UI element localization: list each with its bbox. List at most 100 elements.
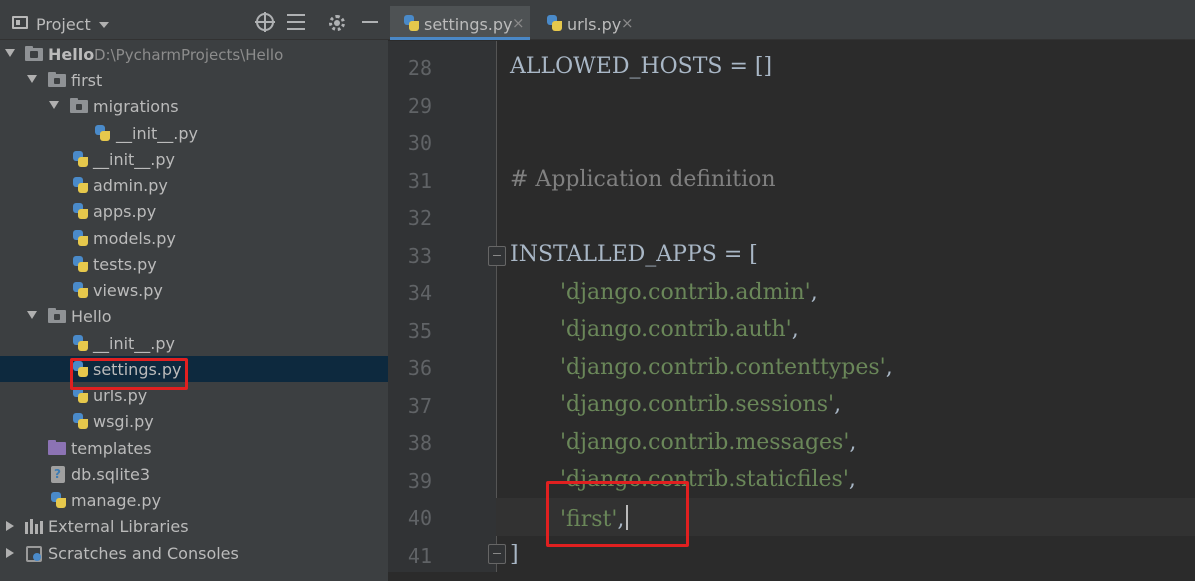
expand-arrow-icon[interactable] <box>49 101 59 109</box>
expand-arrow-icon[interactable] <box>6 521 14 531</box>
line-number-gutter: 28 29 30 31 32 33 34 35 36 37 38 39 40 4… <box>388 41 496 581</box>
annotation-highlight-settings <box>70 358 188 390</box>
tree-item-hello-root[interactable]: Hello D:\PycharmProjects\Hello <box>0 41 388 67</box>
tree-item-admin[interactable]: admin.py <box>0 172 388 198</box>
package-folder-icon <box>48 72 66 87</box>
code-line-28[interactable]: ALLOWED_HOSTS = [] <box>510 54 772 79</box>
tree-item-external-libraries[interactable]: External Libraries <box>0 513 388 539</box>
tree-item-label: Scratches and Consoles <box>48 544 239 563</box>
tab-label: urls.py <box>567 15 622 34</box>
tree-item-label: __init__.py <box>116 124 199 143</box>
tree-item-scratches[interactable]: Scratches and Consoles <box>0 540 388 566</box>
line-number: 32 <box>407 206 432 230</box>
code-line-31[interactable]: # Application definition <box>510 167 776 192</box>
code-line-37[interactable]: 'django.contrib.sessions', <box>560 392 841 417</box>
horizontal-scrollbar[interactable] <box>388 572 1195 581</box>
tree-item-urls[interactable]: urls.py <box>0 382 388 408</box>
tree-item-label: __init__.py <box>93 150 176 169</box>
python-file-icon <box>72 151 89 168</box>
package-folder-icon <box>48 308 66 323</box>
line-number: 41 <box>407 544 432 568</box>
tree-item-label: Hello <box>48 45 95 64</box>
tree-item-label: migrations <box>93 97 179 116</box>
tree-item-label: db.sqlite3 <box>71 465 151 484</box>
project-path: D:\PycharmProjects\Hello <box>94 46 284 64</box>
python-file-icon <box>72 335 89 352</box>
tab-label: settings.py <box>424 15 513 34</box>
tree-item-first[interactable]: first <box>0 67 388 93</box>
line-number: 28 <box>407 56 432 80</box>
folder-icon <box>25 46 43 61</box>
code-line-34[interactable]: 'django.contrib.admin', <box>560 280 818 305</box>
code-editor: settings.py × urls.py × 28 29 30 31 32 3… <box>388 0 1195 581</box>
tab-urls-py[interactable]: urls.py × <box>533 6 643 40</box>
project-panel-header: Project <box>0 0 388 40</box>
tree-item-apps[interactable]: apps.py <box>0 198 388 224</box>
tree-item-label: first <box>71 71 103 90</box>
line-number: 33 <box>407 244 432 268</box>
project-view-icon <box>12 16 28 29</box>
tree-item-hello-package[interactable]: Hello <box>0 303 388 329</box>
tree-item-label: views.py <box>93 281 163 300</box>
tree-item-migrations-init[interactable]: __init__.py <box>0 120 388 146</box>
tree-item-label: admin.py <box>93 176 168 195</box>
tree-item-wsgi[interactable]: wsgi.py <box>0 408 388 434</box>
tree-item-label: models.py <box>93 229 176 248</box>
python-file-icon <box>546 15 563 32</box>
templates-folder-icon <box>48 440 66 455</box>
line-number: 29 <box>407 94 432 118</box>
tree-item-label: wsgi.py <box>93 412 154 431</box>
tree-item-views[interactable]: views.py <box>0 277 388 303</box>
tree-item-manage[interactable]: manage.py <box>0 487 388 513</box>
python-file-icon <box>72 177 89 194</box>
line-number: 35 <box>407 319 432 343</box>
python-file-icon <box>94 125 111 142</box>
scratches-icon <box>26 546 42 562</box>
python-file-icon <box>72 282 89 299</box>
hide-panel-icon[interactable] <box>362 13 380 31</box>
tree-item-tests[interactable]: tests.py <box>0 251 388 277</box>
tree-item-first-init[interactable]: __init__.py <box>0 146 388 172</box>
code-line-41[interactable]: ] <box>510 542 519 567</box>
project-view-selector[interactable]: Project <box>36 15 91 34</box>
tree-item-settings[interactable]: settings.py <box>0 356 388 382</box>
line-number: 40 <box>407 506 432 530</box>
code-line-36[interactable]: 'django.contrib.contenttypes', <box>560 355 893 380</box>
line-number: 36 <box>407 356 432 380</box>
fold-toggle-icon[interactable] <box>488 544 506 564</box>
python-file-icon <box>50 492 67 509</box>
close-icon[interactable]: × <box>512 14 525 32</box>
tree-item-label: __init__.py <box>93 334 176 353</box>
tree-item-templates[interactable]: templates <box>0 435 388 461</box>
code-line-38[interactable]: 'django.contrib.messages', <box>560 430 856 455</box>
tree-item-label: tests.py <box>93 255 157 274</box>
expand-arrow-icon[interactable] <box>5 49 15 57</box>
line-number: 31 <box>407 169 432 193</box>
unknown-file-icon <box>51 466 65 483</box>
project-tool-window: Project Hello D:\PycharmProjects\Hello f… <box>0 0 388 581</box>
collapse-all-icon[interactable] <box>287 13 305 31</box>
tab-settings-py[interactable]: settings.py × <box>390 6 530 40</box>
expand-arrow-icon[interactable] <box>6 548 14 558</box>
locate-file-icon[interactable] <box>255 12 275 32</box>
package-folder-icon <box>70 98 88 113</box>
tree-item-db-sqlite3[interactable]: db.sqlite3 <box>0 461 388 487</box>
close-icon[interactable]: × <box>621 14 634 32</box>
tree-item-migrations[interactable]: migrations <box>0 93 388 119</box>
tree-item-models[interactable]: models.py <box>0 225 388 251</box>
python-file-icon <box>72 256 89 273</box>
gear-icon[interactable] <box>329 15 345 31</box>
code-line-33[interactable]: INSTALLED_APPS = [ <box>510 242 758 267</box>
expand-arrow-icon[interactable] <box>27 75 37 83</box>
editor-tab-bar: settings.py × urls.py × <box>388 0 1195 40</box>
chevron-down-icon[interactable] <box>99 22 109 28</box>
tree-item-label: External Libraries <box>48 517 189 536</box>
tree-item-hello-init[interactable]: __init__.py <box>0 330 388 356</box>
library-icon <box>25 519 43 534</box>
line-number: 34 <box>407 281 432 305</box>
tree-item-label: apps.py <box>93 202 157 221</box>
line-number: 39 <box>407 469 432 493</box>
expand-arrow-icon[interactable] <box>27 311 37 319</box>
fold-toggle-icon[interactable] <box>488 246 506 266</box>
code-line-35[interactable]: 'django.contrib.auth', <box>560 317 799 342</box>
